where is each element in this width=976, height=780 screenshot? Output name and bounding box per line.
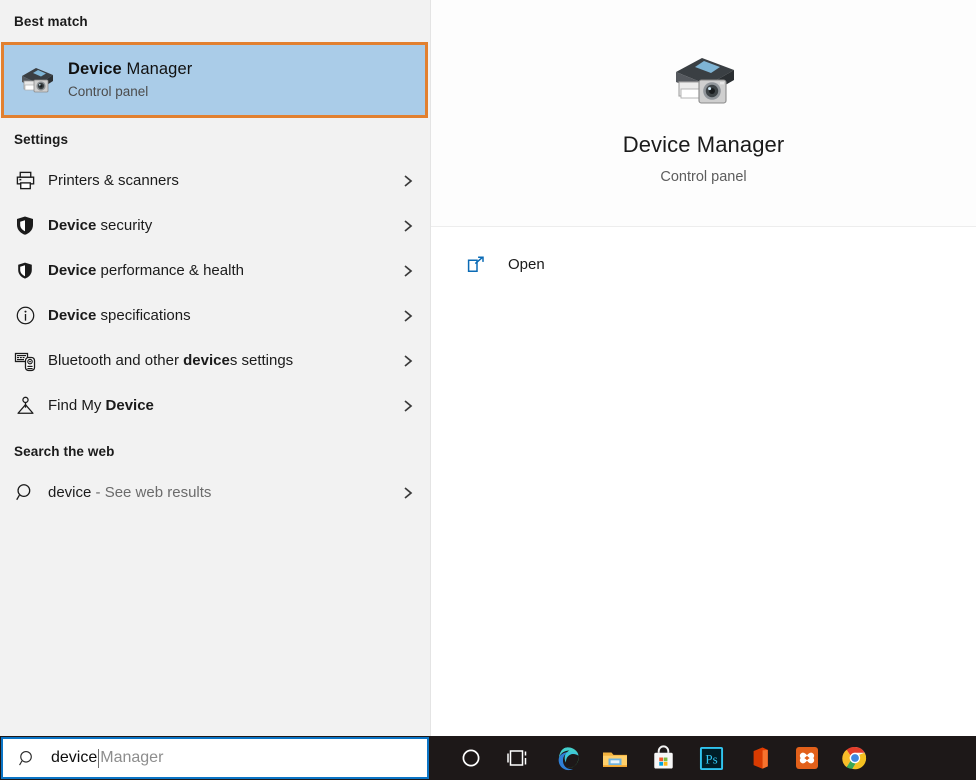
search-typed-text: device xyxy=(51,748,97,768)
sidebar-item-label: Bluetooth and other devices settings xyxy=(40,351,400,371)
best-match-result-device-manager[interactable]: Device Manager Control panel xyxy=(1,42,428,118)
web-search-result-item[interactable]: device - See web results xyxy=(0,470,430,515)
device-manager-icon xyxy=(661,40,747,114)
taskbar-buttons: Ps xyxy=(429,736,976,780)
search-suggestion-text: Manager xyxy=(100,748,163,768)
chrome-button[interactable] xyxy=(831,736,879,780)
shield-icon xyxy=(10,260,40,281)
chevron-right-icon xyxy=(400,308,416,324)
xampp-icon xyxy=(794,745,820,771)
best-match-header: Best match xyxy=(0,0,430,42)
devices-icon xyxy=(10,350,40,372)
xampp-button[interactable] xyxy=(783,736,831,780)
windows-search-flyout-screen: Best match xyxy=(0,0,976,780)
chevron-right-icon xyxy=(400,485,416,501)
photoshop-ps-icon: Ps xyxy=(699,746,724,771)
open-external-icon xyxy=(463,255,489,275)
find-device-icon xyxy=(10,395,40,417)
device-manager-icon xyxy=(14,57,60,103)
sidebar-item-label: Find My Device xyxy=(40,396,400,416)
chevron-right-icon xyxy=(400,218,416,234)
search-icon xyxy=(15,749,39,768)
cortana-circle-icon xyxy=(460,747,482,769)
taskbar: device Manager xyxy=(0,736,976,780)
shield-icon xyxy=(10,215,40,236)
search-the-web-header: Search the web xyxy=(0,432,430,470)
sidebar-item-bluetooth-other-devices[interactable]: Bluetooth and other devices settings xyxy=(0,338,430,383)
sidebar-item-label: Printers & scanners xyxy=(40,171,400,191)
file-explorer-button[interactable] xyxy=(591,736,639,780)
cortana-button[interactable] xyxy=(447,736,495,780)
task-view-icon xyxy=(506,747,532,769)
page-title: Device Manager xyxy=(623,132,785,158)
printer-icon xyxy=(10,170,40,191)
best-match-subtitle: Control panel xyxy=(68,83,192,101)
search-text-content: device Manager xyxy=(39,748,163,768)
chevron-right-icon xyxy=(400,353,416,369)
preview-actions-list: Open xyxy=(431,227,976,287)
open-action-label: Open xyxy=(489,255,545,275)
sidebar-item-label: Device specifications xyxy=(40,306,400,326)
task-view-button[interactable] xyxy=(495,736,543,780)
folder-icon xyxy=(601,746,629,771)
edge-icon xyxy=(554,745,581,772)
sidebar-item-device-security[interactable]: Device security xyxy=(0,203,430,248)
sidebar-item-device-specifications[interactable]: Device specifications xyxy=(0,293,430,338)
web-search-label: device - See web results xyxy=(40,483,400,503)
office-icon xyxy=(747,745,772,771)
preview-pane: Device Manager Control panel Open xyxy=(431,0,976,736)
chevron-right-icon xyxy=(400,263,416,279)
edge-button[interactable] xyxy=(543,736,591,780)
chevron-right-icon xyxy=(400,173,416,189)
sidebar-item-find-my-device[interactable]: Find My Device xyxy=(0,383,430,428)
search-results-pane: Best match xyxy=(0,0,431,736)
open-action-button[interactable]: Open xyxy=(431,243,976,287)
photoshop-button[interactable]: Ps xyxy=(687,736,735,780)
sidebar-item-label: Device performance & health xyxy=(40,261,400,281)
start-search-flyout: Best match xyxy=(0,0,976,736)
best-match-title-rest: Manager xyxy=(122,60,193,78)
chevron-right-icon xyxy=(400,398,416,414)
sidebar-item-label: Device security xyxy=(40,216,400,236)
svg-text:Ps: Ps xyxy=(705,751,717,766)
sidebar-item-device-performance-health[interactable]: Device performance & health xyxy=(0,248,430,293)
sidebar-item-printers-scanners[interactable]: Printers & scanners xyxy=(0,158,430,203)
settings-group-header: Settings xyxy=(0,120,430,158)
preview-card: Device Manager Control panel xyxy=(431,0,976,227)
chrome-icon xyxy=(842,745,868,771)
text-caret xyxy=(98,749,99,768)
best-match-text: Device Manager Control panel xyxy=(68,59,192,101)
best-match-title: Device Manager xyxy=(68,59,192,79)
search-icon xyxy=(10,482,40,503)
info-icon xyxy=(10,305,40,326)
taskbar-search-input[interactable]: device Manager xyxy=(1,737,429,779)
best-match-title-bold: Device xyxy=(68,60,122,78)
preview-subtitle: Control panel xyxy=(660,168,746,186)
office-button[interactable] xyxy=(735,736,783,780)
store-bag-icon xyxy=(651,745,676,771)
microsoft-store-button[interactable] xyxy=(639,736,687,780)
